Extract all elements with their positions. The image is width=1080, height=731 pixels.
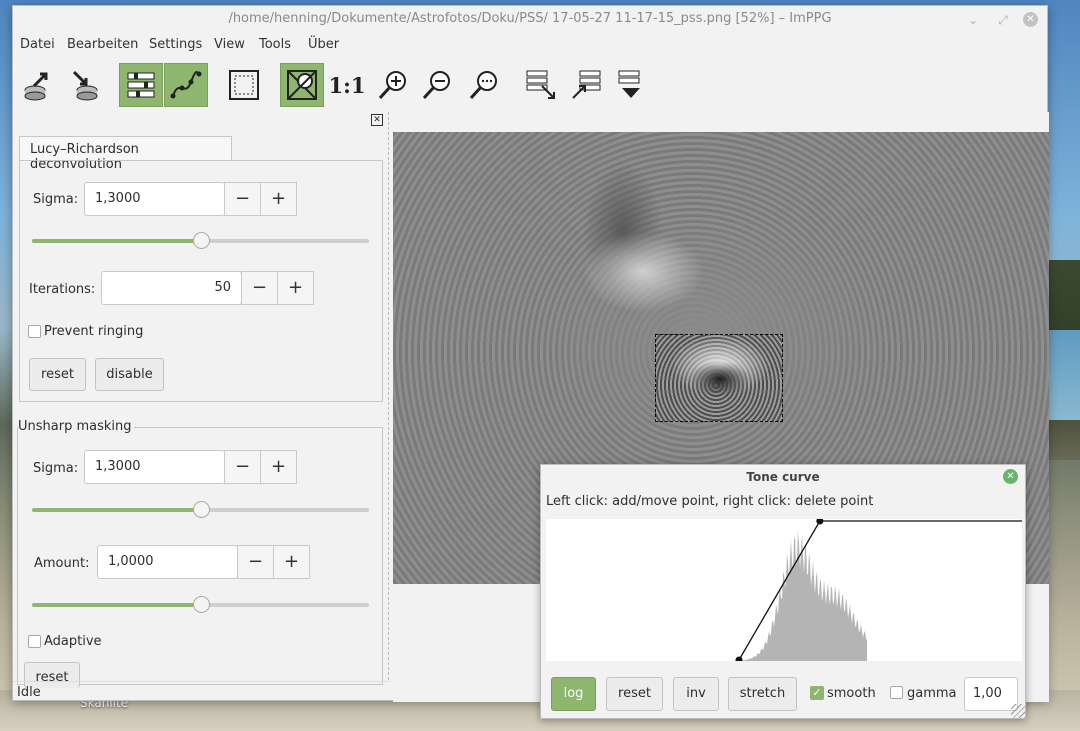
load-image-icon (24, 72, 48, 101)
toolbar: 1:1 (13, 59, 1047, 111)
zoom-in-icon (378, 71, 406, 100)
amount-increment-button[interactable]: + (273, 545, 310, 579)
select-all-icon (287, 70, 317, 100)
title-bar[interactable]: /home/henning/Dokumente/Astrofotos/Doku/… (13, 6, 1047, 34)
amount-slider-fill (32, 603, 201, 607)
lr-sigma-label: Sigma: (33, 192, 79, 207)
status-text: Idle (17, 685, 41, 700)
iterations-decrement-button[interactable]: − (241, 271, 278, 305)
gamma-input[interactable]: 1,00 (964, 677, 1018, 711)
close-icon[interactable]: ✕ (1003, 469, 1018, 484)
um-sigma-slider-fill (32, 508, 201, 512)
processing-panel-toggle[interactable] (119, 63, 163, 107)
amount-decrement-button[interactable]: − (237, 545, 274, 579)
maximize-button[interactable]: ⤢ (995, 12, 1011, 28)
zoom-out-icon (422, 71, 450, 100)
tone-curve-title[interactable]: Tone curve (541, 465, 1025, 489)
lr-disable-button[interactable]: disable (95, 358, 164, 391)
menu-uber[interactable]: Über (308, 37, 339, 52)
lr-sigma-input[interactable]: 1,3000 (84, 182, 225, 216)
lr-reset-button[interactable]: reset (29, 358, 86, 391)
close-panel-icon[interactable]: ✕ (371, 114, 383, 126)
curve-point[interactable] (816, 517, 824, 525)
gamma-label: gamma (907, 686, 957, 701)
prevent-ringing-label: Prevent ringing (44, 324, 144, 339)
save-image-icon (72, 70, 98, 101)
tone-curve-toggle[interactable] (164, 63, 208, 107)
actual-size-button[interactable]: 1:1 (325, 63, 369, 107)
amount-slider-handle[interactable] (192, 596, 210, 613)
fit-window-icon (229, 70, 259, 100)
zoom-in-button[interactable] (371, 63, 415, 107)
tone-curve-editor[interactable] (546, 517, 1028, 664)
menu-settings[interactable]: Settings (149, 37, 202, 52)
batch-processing-button[interactable] (519, 63, 563, 107)
zoom-out-button[interactable] (415, 63, 459, 107)
um-sigma-label: Sigma: (33, 461, 79, 476)
lr-sigma-slider-fill (32, 239, 201, 243)
resize-grip[interactable] (1011, 704, 1025, 718)
menu-datei[interactable]: Datei (20, 37, 55, 52)
gamma-checkbox[interactable] (890, 686, 903, 699)
tab-lucy-richardson[interactable]: Lucy–Richardson deconvolution (19, 136, 232, 172)
lr-sigma-decrement-button[interactable]: − (224, 182, 261, 216)
close-window-button[interactable]: ✕ (1023, 12, 1038, 27)
settings-dropdown-icon (618, 70, 640, 98)
amount-input[interactable]: 1,0000 (97, 545, 238, 579)
settings-dropdown-button[interactable] (609, 63, 653, 107)
scale-to-fit-toggle[interactable] (280, 63, 324, 107)
selection-rectangle[interactable] (655, 334, 783, 422)
lr-sigma-slider-handle[interactable] (192, 232, 210, 249)
um-sigma-slider[interactable] (32, 501, 369, 518)
log-button[interactable]: log (551, 677, 596, 711)
actual-size-icon: 1:1 (328, 72, 366, 98)
tone-curve-help-text: Left click: add/move point, right click:… (546, 494, 874, 509)
curve-point[interactable] (735, 656, 743, 664)
unsharp-masking-title: Unsharp masking (18, 419, 134, 434)
menu-bar: Datei Bearbeiten Settings View Tools Übe… (13, 34, 1047, 58)
iterations-increment-button[interactable]: + (277, 271, 314, 305)
processing-panel-icon (127, 72, 155, 98)
status-bar: Idle (13, 681, 389, 701)
um-sigma-input[interactable]: 1,3000 (84, 450, 225, 484)
load-image-button[interactable] (15, 63, 59, 107)
um-sigma-slider-handle[interactable] (192, 501, 210, 518)
prevent-ringing-checkbox[interactable] (28, 325, 41, 338)
smooth-checkbox[interactable]: ✓ (810, 686, 824, 700)
tone-curve-icon (170, 71, 202, 99)
processing-panel: ✕ Lucy–Richardson deconvolution Sigma: 1… (13, 112, 389, 688)
adaptive-label: Adaptive (44, 634, 102, 649)
iterations-label: Iterations: (29, 282, 96, 297)
zoom-custom-icon (469, 71, 497, 100)
batch-icon (526, 70, 555, 99)
histogram (741, 531, 867, 661)
tone-curve-plot[interactable] (546, 517, 1028, 664)
align-images-button[interactable] (564, 63, 608, 107)
um-sigma-increment-button[interactable]: + (260, 450, 297, 484)
amount-slider[interactable] (32, 596, 369, 613)
reset-button[interactable]: reset (606, 677, 663, 711)
menu-view[interactable]: View (214, 37, 245, 52)
amount-label: Amount: (34, 556, 90, 571)
lr-sigma-increment-button[interactable]: + (260, 182, 297, 216)
invert-button[interactable]: inv (673, 677, 719, 711)
iterations-input[interactable]: 50 (101, 271, 242, 305)
adaptive-checkbox[interactable] (28, 635, 41, 648)
save-image-button[interactable] (63, 63, 107, 107)
um-sigma-decrement-button[interactable]: − (224, 450, 261, 484)
lr-sigma-slider[interactable] (32, 232, 369, 249)
minimize-button[interactable]: ⌄ (965, 12, 981, 28)
tone-curve-window: Tone curve ✕ Left click: add/move point,… (540, 464, 1028, 719)
menu-tools[interactable]: Tools (259, 37, 291, 52)
window-title: /home/henning/Dokumente/Astrofotos/Doku/… (228, 11, 832, 26)
stretch-button[interactable]: stretch (728, 677, 797, 711)
menu-bearbeiten[interactable]: Bearbeiten (67, 37, 138, 52)
zoom-custom-button[interactable] (462, 63, 506, 107)
fit-window-button[interactable] (222, 63, 266, 107)
smooth-label: smooth (827, 686, 876, 701)
align-icon (572, 70, 601, 99)
